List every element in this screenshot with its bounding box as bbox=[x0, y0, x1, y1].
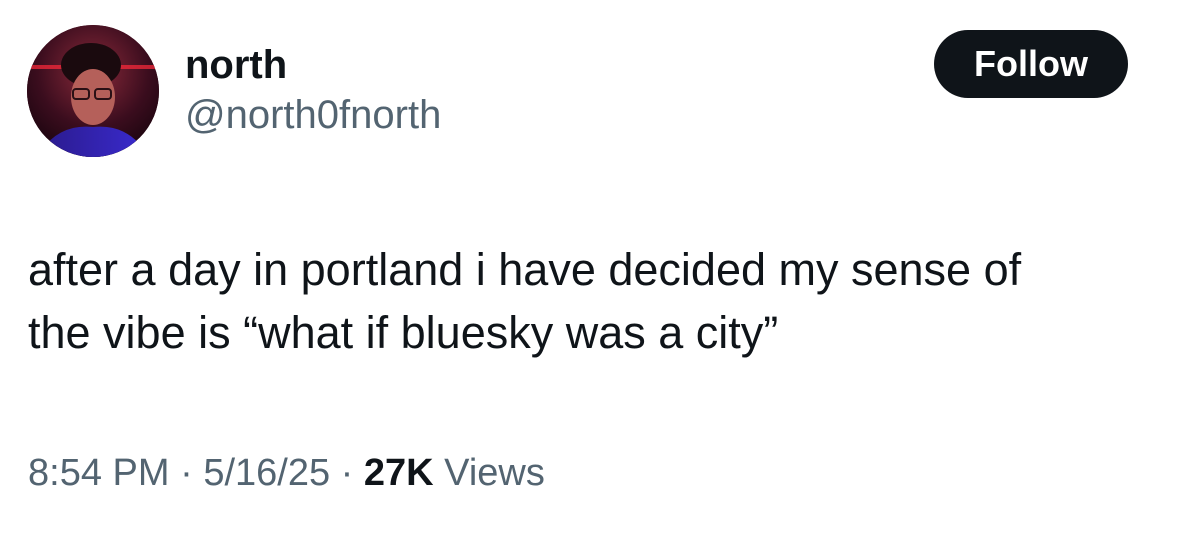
meta-separator: · bbox=[180, 452, 193, 494]
display-name[interactable]: north bbox=[185, 40, 441, 90]
tweet-card: north @north0fnorth Follow after a day i… bbox=[0, 0, 1177, 537]
follow-button[interactable]: Follow bbox=[934, 30, 1128, 98]
user-handle[interactable]: @north0fnorth bbox=[185, 90, 441, 140]
profile-photo-icon bbox=[27, 25, 159, 157]
tweet-text: after a day in portland i have decided m… bbox=[28, 238, 1158, 364]
tweet-meta: 8:54 PM · 5/16/25 · 27K Views bbox=[28, 449, 545, 497]
tweet-time[interactable]: 8:54 PM bbox=[28, 452, 170, 494]
views-count[interactable]: 27K bbox=[364, 452, 434, 494]
tweet-date[interactable]: 5/16/25 bbox=[203, 452, 330, 494]
views-label: Views bbox=[444, 452, 545, 494]
tweet-text-line-1: after a day in portland i have decided m… bbox=[28, 244, 1022, 295]
avatar[interactable] bbox=[27, 25, 159, 157]
meta-separator: · bbox=[340, 452, 354, 494]
user-info: north @north0fnorth bbox=[185, 40, 441, 140]
tweet-text-line-2: the vibe is “what if bluesky was a city” bbox=[28, 307, 779, 358]
